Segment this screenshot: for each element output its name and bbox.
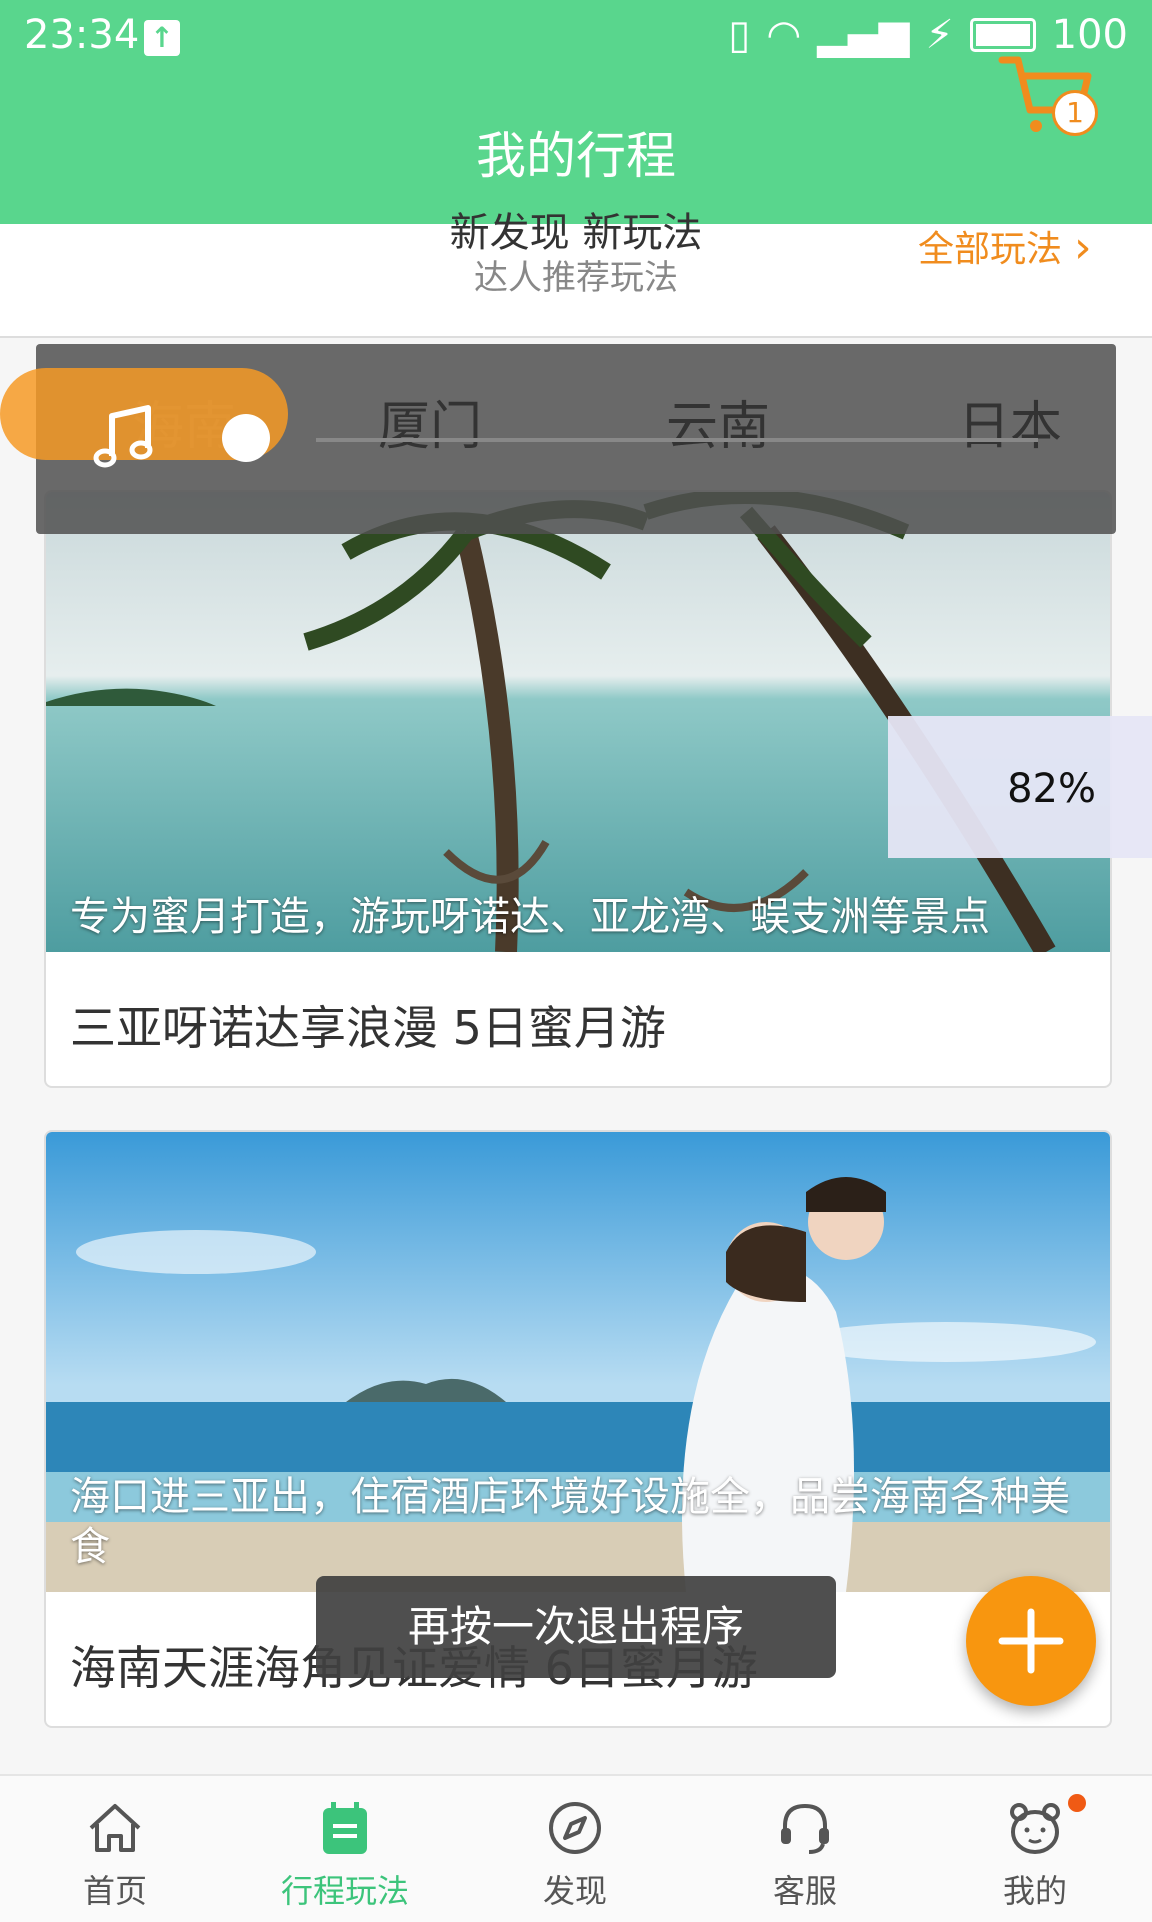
- nav-label: 我的: [1002, 1872, 1067, 1910]
- exit-toast: 再按一次退出程序: [316, 1576, 836, 1678]
- signal-icon: ▂▄▆: [817, 12, 910, 58]
- page-title: 我的行程: [476, 127, 676, 185]
- nav-mine[interactable]: 我的: [920, 1776, 1150, 1922]
- vibrate-icon: ▯: [728, 12, 751, 58]
- tab-yunnan[interactable]: 云南: [618, 384, 818, 459]
- notification-dot: [1068, 1794, 1086, 1812]
- nav-home[interactable]: 首页: [0, 1776, 230, 1922]
- nav-label: 发现: [542, 1872, 607, 1910]
- music-toggle-knob[interactable]: [222, 414, 270, 462]
- home-icon: [89, 1804, 141, 1852]
- calendar-icon: [323, 1802, 367, 1854]
- plus-icon: [998, 1608, 1064, 1674]
- progress-value: 82%: [1007, 766, 1096, 812]
- nav-label: 首页: [82, 1872, 147, 1910]
- cart-badge: 1: [1052, 90, 1098, 136]
- nav-discover[interactable]: 发现: [460, 1776, 690, 1922]
- card-caption: 专为蜜月打造，游玩呀诺达、亚龙湾、蜈支洲等景点: [70, 894, 990, 940]
- headset-icon: [781, 1803, 829, 1854]
- compass-icon: [549, 1802, 601, 1854]
- bear-face-icon: [1010, 1803, 1060, 1854]
- status-bar: 23:34 ↑ ▯ ◠ ▂▄▆ ⚡ 100: [0, 0, 1152, 76]
- upload-icon: ↑: [144, 20, 180, 56]
- card-title: 三亚呀诺达享浪漫 5日蜜月游: [70, 1001, 666, 1055]
- add-button[interactable]: [966, 1576, 1096, 1706]
- all-plays-link[interactable]: 全部玩法: [918, 220, 1062, 272]
- charging-icon: ⚡: [925, 12, 954, 58]
- nav-label: 客服: [772, 1872, 837, 1910]
- status-time: 23:34: [24, 12, 140, 58]
- nav-service[interactable]: 客服: [690, 1776, 920, 1922]
- bottom-nav: 首页 行程玩法 发现 客服 我的: [0, 1774, 1152, 1922]
- tab-indicator-track: [316, 438, 1038, 442]
- music-note-icon[interactable]: [92, 404, 162, 474]
- progress-indicator: 82%: [888, 716, 1152, 858]
- tab-japan[interactable]: 日本: [910, 384, 1110, 459]
- discover-section: 新发现 新玩法 达人推荐玩法 全部玩法 ›: [0, 210, 1152, 338]
- chevron-right-icon[interactable]: ›: [1074, 222, 1092, 273]
- wifi-icon: ◠: [766, 12, 802, 58]
- nav-label: 行程玩法: [280, 1872, 409, 1910]
- tab-xiamen[interactable]: 厦门: [330, 384, 530, 459]
- nav-itinerary[interactable]: 行程玩法: [230, 1776, 460, 1922]
- card-caption: 海口进三亚出，住宿酒店环境好设施全，品尝海南各种美食: [70, 1474, 1070, 1570]
